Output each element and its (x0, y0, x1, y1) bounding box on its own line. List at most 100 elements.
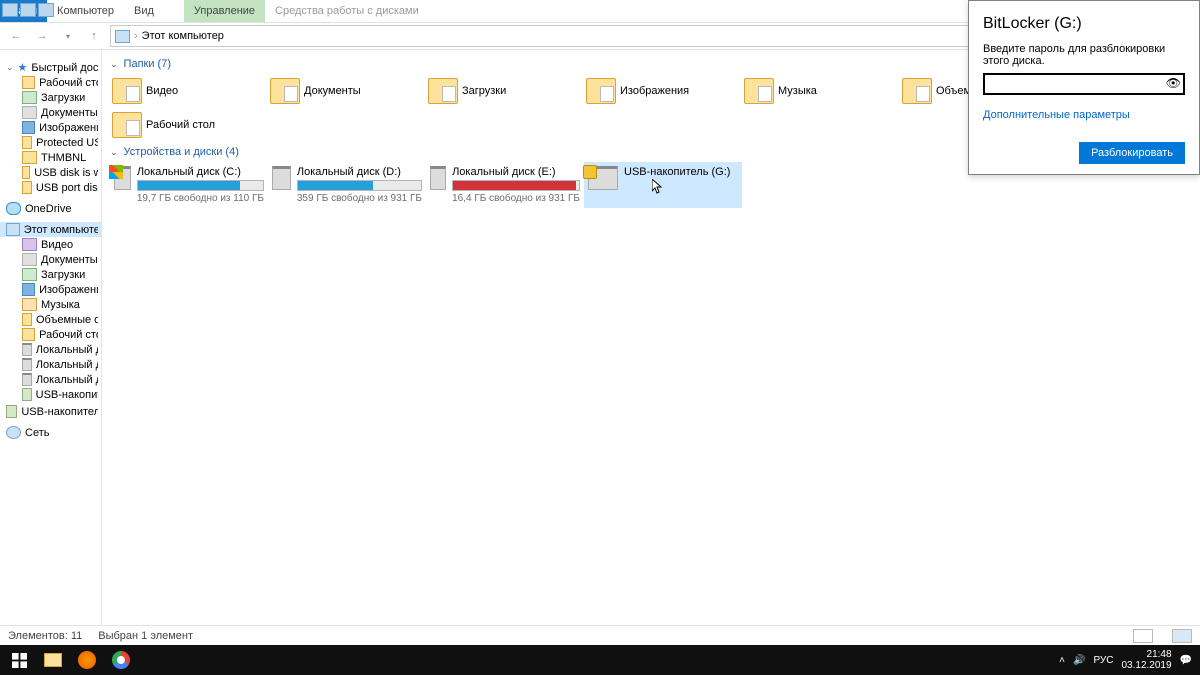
tree-pc-item[interactable]: Документы (0, 252, 101, 267)
reveal-password-icon[interactable]: 👁 (1166, 76, 1181, 90)
folder-item[interactable]: Рабочий стол (110, 108, 268, 142)
download-icon (22, 91, 37, 104)
view-tiles-button[interactable] (1172, 629, 1192, 643)
tree-pc-item[interactable]: Локальный диск (D:) (0, 357, 101, 372)
qat-icon[interactable] (38, 3, 54, 17)
tree-pc-item[interactable]: Видео (0, 237, 101, 252)
ribbon-contextual-title: Управление (184, 0, 265, 22)
breadcrumb-location[interactable]: Этот компьютер (142, 30, 224, 42)
drive-icon (22, 343, 32, 356)
ribbon-contextual-tab[interactable]: Средства работы с дисками (265, 0, 429, 22)
tree-onedrive[interactable]: OneDrive (0, 201, 101, 216)
tree-pc-item[interactable]: Рабочий стол (0, 327, 101, 342)
nav-up-button[interactable]: ↑ (84, 26, 104, 46)
network-icon (6, 426, 21, 439)
drive-icon (114, 166, 131, 190)
folder-icon (22, 181, 32, 194)
bitlocker-unlock-button[interactable]: Разблокировать (1079, 142, 1185, 164)
tree-qa-item[interactable]: Protected USB flash (0, 135, 101, 150)
taskbar-explorer[interactable] (36, 645, 70, 675)
address-bar[interactable]: › Этот компьютер (110, 25, 970, 47)
drive-item[interactable]: Локальный диск (E:)16,4 ГБ свободно из 9… (426, 162, 584, 208)
photo-icon (22, 283, 35, 296)
onedrive-icon (6, 202, 21, 215)
nav-forward-button: → (32, 26, 52, 46)
view-details-button[interactable] (1133, 629, 1153, 643)
folder-item[interactable]: Документы (268, 74, 426, 108)
tree-pc-item[interactable]: Объемные объекты (0, 312, 101, 327)
folder-icon (22, 151, 37, 164)
qat-icon[interactable] (20, 3, 36, 17)
tree-qa-item[interactable]: Изображения (0, 120, 101, 135)
tree-quick-access[interactable]: ⌄ ★ Быстрый доступ (0, 60, 101, 75)
tray-lang[interactable]: РУС (1093, 655, 1113, 666)
tree-qa-item[interactable]: Документы (0, 105, 101, 120)
pc-icon (115, 30, 130, 43)
folder-icon (270, 78, 300, 104)
folder-item[interactable]: Видео (110, 74, 268, 108)
tree-qa-item[interactable]: Рабочий стол (0, 75, 101, 90)
tray-volume-icon[interactable]: 🔊 (1073, 655, 1085, 666)
status-selection: Выбран 1 элемент (98, 630, 193, 642)
lock-icon (583, 165, 597, 179)
folder-item[interactable]: Музыка (742, 74, 900, 108)
ribbon-tab-view[interactable]: Вид (124, 0, 164, 22)
doc-icon (22, 253, 37, 266)
folder-icon (586, 78, 616, 104)
drive-icon (22, 373, 32, 386)
tree-pc-item[interactable]: Музыка (0, 297, 101, 312)
folder-icon (22, 166, 30, 179)
tray-clock[interactable]: 21:48 03.12.2019 (1121, 649, 1171, 671)
qat-icon[interactable] (2, 3, 18, 17)
tray-chevron-icon[interactable]: ˄ (1059, 655, 1065, 666)
nav-back-button[interactable]: ← (6, 26, 26, 46)
start-button[interactable] (2, 645, 36, 675)
tree-qa-item[interactable]: USB port disable tool (0, 180, 101, 195)
folder-icon (428, 78, 458, 104)
folder-icon (744, 78, 774, 104)
ribbon-tab-computer[interactable]: Компьютер (47, 0, 124, 22)
folder-icon (112, 112, 142, 138)
drive-capacity-bar (297, 180, 422, 191)
nav-tree: ⌄ ★ Быстрый доступ Рабочий столЗагрузкиД… (0, 50, 102, 625)
tree-pc-item[interactable]: Изображения (0, 282, 101, 297)
bitlocker-password-input[interactable] (983, 73, 1185, 95)
nav-recent-button[interactable]: ▾ (58, 26, 78, 46)
folder-item[interactable]: Изображения (584, 74, 742, 108)
tree-pc-item[interactable]: USB-накопитель (G:) (0, 387, 101, 402)
chevron-down-icon: ⌄ (110, 59, 118, 70)
status-bar: Элементов: 11 Выбран 1 элемент (0, 625, 1200, 645)
quick-access-toolbar (2, 1, 54, 19)
tree-pc-item[interactable]: Загрузки (0, 267, 101, 282)
drive-item[interactable]: Локальный диск (C:)19,7 ГБ свободно из 1… (110, 162, 268, 208)
bitlocker-more-options[interactable]: Дополнительные параметры (983, 109, 1130, 121)
tree-this-pc[interactable]: Этот компьютер (0, 222, 101, 237)
tray-notifications-icon[interactable]: 💬 (1180, 655, 1192, 666)
doc-icon (22, 106, 37, 119)
folder-icon (902, 78, 932, 104)
taskbar-chrome[interactable] (104, 645, 138, 675)
drive-icon (272, 166, 291, 190)
drive-item[interactable]: USB-накопитель (G:) (584, 162, 742, 208)
download-icon (22, 268, 37, 281)
tree-pc-item[interactable]: Локальный диск (E:) (0, 372, 101, 387)
tree-pc-item[interactable]: Локальный диск (C:) (0, 342, 101, 357)
tree-qa-item[interactable]: USB disk is write-protected (0, 165, 101, 180)
tree-usb-g[interactable]: USB-накопитель (G:) (0, 404, 101, 419)
tree-qa-item[interactable]: Загрузки (0, 90, 101, 105)
folder-icon (22, 313, 32, 326)
bitlocker-prompt: Введите пароль для разблокировки этого д… (983, 43, 1185, 67)
taskbar-firefox[interactable] (70, 645, 104, 675)
usb-icon (6, 405, 17, 418)
photo-icon (22, 121, 35, 134)
video-icon (22, 238, 37, 251)
tree-qa-item[interactable]: THMBNL (0, 150, 101, 165)
tree-network[interactable]: Сеть (0, 425, 101, 440)
music-icon (22, 298, 37, 311)
drive-icon (22, 358, 32, 371)
drive-item[interactable]: Локальный диск (D:)359 ГБ свободно из 93… (268, 162, 426, 208)
folder-icon (22, 136, 32, 149)
folder-item[interactable]: Загрузки (426, 74, 584, 108)
drive-icon (588, 166, 618, 190)
status-count: Элементов: 11 (8, 630, 82, 642)
